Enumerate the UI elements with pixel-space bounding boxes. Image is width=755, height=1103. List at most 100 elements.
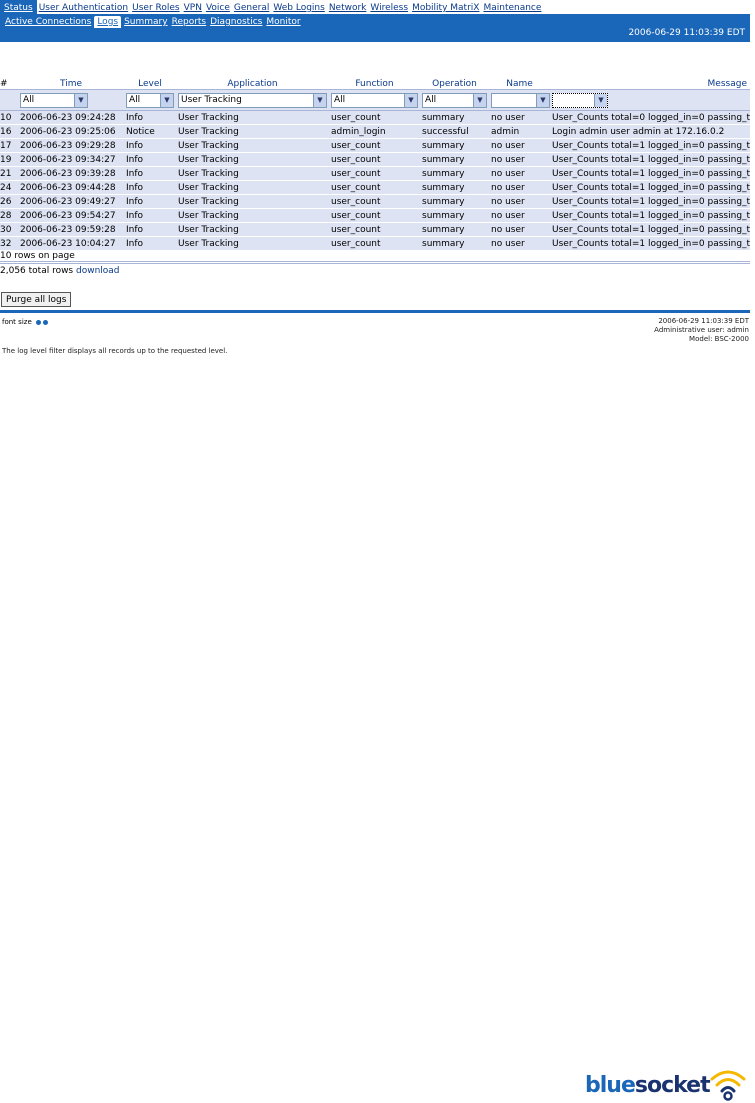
nav-general[interactable]: General bbox=[232, 0, 271, 14]
message-filter-select[interactable]: ▼ bbox=[552, 92, 608, 108]
nav-network[interactable]: Network bbox=[327, 0, 369, 14]
sort-time-link[interactable]: Time bbox=[60, 79, 82, 89]
logo-part-blue: blue bbox=[585, 1073, 636, 1098]
chevron-down-icon[interactable]: ▼ bbox=[404, 93, 417, 107]
cell-message: User_Counts total=1 logged_in=0 passing_… bbox=[550, 194, 750, 209]
cell-function: user_count bbox=[329, 208, 420, 223]
cell-operation: summary bbox=[420, 180, 489, 195]
cell-name: no user bbox=[489, 110, 550, 125]
nav-user-roles[interactable]: User Roles bbox=[130, 0, 181, 14]
col-header-function[interactable]: Function bbox=[329, 78, 420, 90]
application-filter-select[interactable]: User Tracking ▼ bbox=[178, 92, 327, 108]
cell-operation: summary bbox=[420, 236, 489, 251]
divider bbox=[0, 263, 750, 264]
filter-cell-empty bbox=[0, 89, 18, 111]
cell-name: no user bbox=[489, 152, 550, 167]
chevron-down-icon[interactable]: ▼ bbox=[160, 93, 173, 107]
header-row: # Time Level Application Function Operat… bbox=[0, 78, 750, 90]
cell-number: 17 bbox=[0, 138, 18, 153]
cell-level: Info bbox=[124, 110, 176, 125]
increase-font-icon[interactable] bbox=[42, 319, 48, 325]
cell-message: User_Counts total=1 logged_in=0 passing_… bbox=[550, 152, 750, 167]
cell-function: admin_login bbox=[329, 124, 420, 139]
divider bbox=[0, 261, 750, 262]
sort-name-link[interactable]: Name bbox=[506, 79, 533, 89]
chevron-down-icon[interactable]: ▼ bbox=[594, 93, 607, 107]
cell-message: User_Counts total=1 logged_in=0 passing_… bbox=[550, 138, 750, 153]
table-row: 26 2006-06-23 09:49:27 Info User Tracking us… bbox=[0, 194, 750, 209]
cell-number: 16 bbox=[0, 124, 18, 139]
sort-application-link[interactable]: Application bbox=[227, 79, 277, 89]
cell-level: Info bbox=[124, 236, 176, 251]
col-header-name[interactable]: Name bbox=[489, 78, 550, 90]
tab-summary[interactable]: Summary bbox=[123, 16, 169, 28]
cell-operation: summary bbox=[420, 208, 489, 223]
nav-maintenance[interactable]: Maintenance bbox=[481, 0, 543, 14]
tab-diagnostics[interactable]: Diagnostics bbox=[209, 16, 263, 28]
footer-timestamp: 2006-06-29 11:03:39 EDT bbox=[658, 317, 749, 325]
font-link[interactable]: font bbox=[2, 318, 16, 326]
nav-vpn[interactable]: VPN bbox=[182, 0, 204, 14]
tab-logs[interactable]: Logs bbox=[94, 16, 122, 28]
col-header-operation[interactable]: Operation bbox=[420, 78, 489, 90]
footer-info: 2006-06-29 11:03:39 EDT Administrative u… bbox=[654, 317, 749, 344]
cell-level: Info bbox=[124, 166, 176, 181]
time-filter-select[interactable]: All ▼ bbox=[20, 92, 88, 108]
nav-web-logins[interactable]: Web Logins bbox=[271, 0, 326, 14]
cell-level: Info bbox=[124, 152, 176, 167]
tab-monitor[interactable]: Monitor bbox=[265, 16, 301, 28]
download-link[interactable]: download bbox=[76, 266, 120, 276]
level-filter-select[interactable]: All ▼ bbox=[126, 92, 174, 108]
cell-function: user_count bbox=[329, 138, 420, 153]
logo-part-socket: socket bbox=[634, 1073, 711, 1098]
filter-cell-application: User Tracking ▼ bbox=[176, 89, 329, 111]
col-header-time[interactable]: Time bbox=[18, 78, 124, 90]
cell-name: no user bbox=[489, 180, 550, 195]
cell-time: 2006-06-23 09:49:27 bbox=[18, 194, 124, 209]
name-filter-select[interactable]: ▼ bbox=[491, 92, 550, 108]
cell-time: 2006-06-23 09:29:28 bbox=[18, 138, 124, 153]
nav-status[interactable]: Status bbox=[0, 0, 37, 14]
nav-voice[interactable]: Voice bbox=[204, 0, 232, 14]
cell-application: User Tracking bbox=[176, 166, 329, 181]
chevron-down-icon[interactable]: ▼ bbox=[473, 93, 486, 107]
sort-message-link[interactable]: Message bbox=[708, 79, 747, 89]
nav-mobility-matrix[interactable]: Mobility MatriX bbox=[410, 0, 481, 14]
footer-admin-user: Administrative user: admin bbox=[654, 326, 749, 334]
nav-wireless[interactable]: Wireless bbox=[368, 0, 410, 14]
cell-number: 10 bbox=[0, 110, 18, 125]
cell-number: 24 bbox=[0, 180, 18, 195]
sort-level-link[interactable]: Level bbox=[138, 79, 162, 89]
col-header-level[interactable]: Level bbox=[124, 78, 176, 90]
tab-reports[interactable]: Reports bbox=[171, 16, 208, 28]
cell-application: User Tracking bbox=[176, 194, 329, 209]
chevron-down-icon[interactable]: ▼ bbox=[536, 93, 549, 107]
cell-message: User_Counts total=1 logged_in=0 passing_… bbox=[550, 208, 750, 223]
cell-application: User Tracking bbox=[176, 208, 329, 223]
operation-filter-value: All bbox=[425, 94, 437, 105]
log-level-note: The log level filter displays all record… bbox=[2, 347, 228, 355]
footer-bar bbox=[0, 310, 750, 313]
table-row: 32 2006-06-23 10:04:27 Info User Tracking us… bbox=[0, 236, 750, 251]
chevron-down-icon[interactable]: ▼ bbox=[313, 93, 326, 107]
rows-on-page-row: 10 rows on page bbox=[0, 251, 750, 261]
chevron-down-icon[interactable]: ▼ bbox=[74, 93, 87, 107]
tab-active-connections[interactable]: Active Connections bbox=[4, 16, 92, 28]
decrease-font-icon[interactable] bbox=[35, 319, 41, 325]
cell-application: User Tracking bbox=[176, 110, 329, 125]
cell-operation: summary bbox=[420, 110, 489, 125]
sort-function-link[interactable]: Function bbox=[355, 79, 393, 89]
purge-all-logs-button[interactable]: Purge all logs bbox=[1, 292, 72, 307]
cell-time: 2006-06-23 09:59:28 bbox=[18, 222, 124, 237]
wifi-signal-icon bbox=[710, 1070, 746, 1101]
function-filter-select[interactable]: All ▼ bbox=[331, 92, 418, 108]
cell-function: user_count bbox=[329, 152, 420, 167]
col-header-message[interactable]: Message bbox=[550, 78, 750, 90]
nav-user-authentication[interactable]: User Authentication bbox=[37, 0, 130, 14]
cell-number: 19 bbox=[0, 152, 18, 167]
operation-filter-select[interactable]: All ▼ bbox=[422, 92, 487, 108]
filter-cell-name: ▼ bbox=[489, 89, 550, 111]
col-header-application[interactable]: Application bbox=[176, 78, 329, 90]
table-row: 24 2006-06-23 09:44:28 Info User Tracking us… bbox=[0, 180, 750, 195]
sort-operation-link[interactable]: Operation bbox=[432, 79, 477, 89]
